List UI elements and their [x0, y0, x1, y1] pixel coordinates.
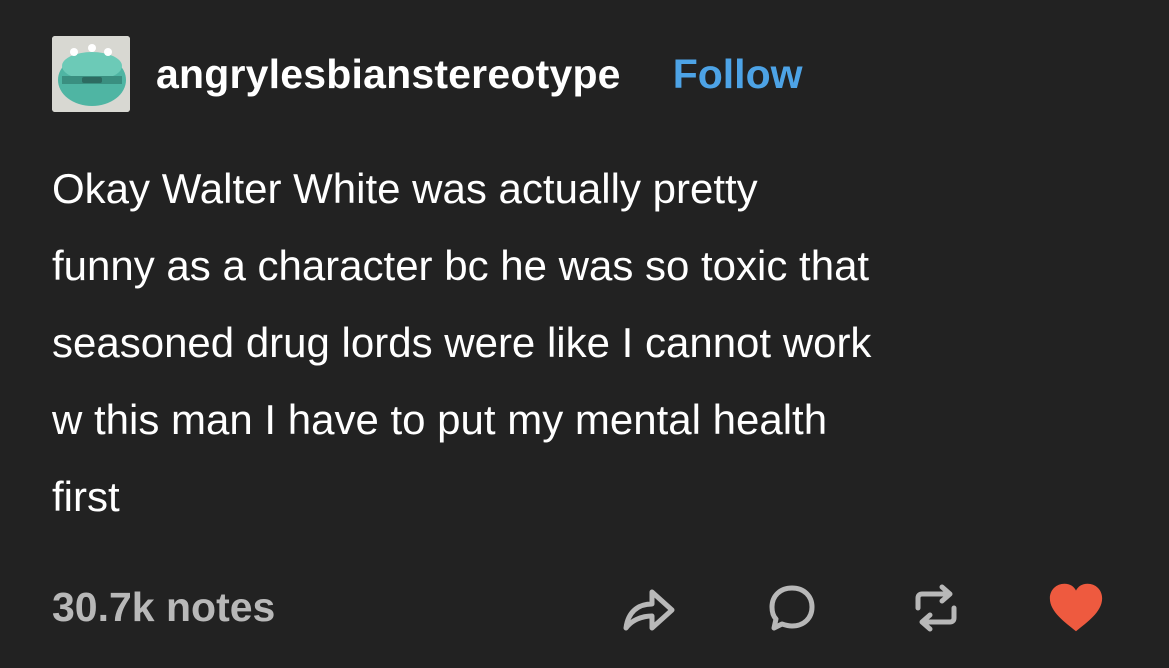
like-button[interactable]	[1046, 578, 1106, 638]
heart-icon	[1049, 583, 1103, 632]
reply-button[interactable]	[762, 578, 822, 638]
post-header: angrylesbianstereotype Follow	[52, 36, 803, 112]
reblog-button[interactable]	[906, 578, 966, 638]
post-body-line: first	[52, 473, 120, 520]
post-body-line: funny as a character bc he was so toxic …	[52, 242, 870, 289]
post-body-line: seasoned drug lords were like I cannot w…	[52, 319, 872, 366]
share-arrow-icon	[623, 589, 675, 631]
post-body-line: Okay Walter White was actually pretty	[52, 165, 758, 212]
avatar-image	[52, 36, 130, 112]
username[interactable]: angrylesbianstereotype	[156, 51, 621, 98]
reblog-icon	[915, 584, 957, 632]
tumblr-post: angrylesbianstereotype Follow Okay Walte…	[0, 0, 1169, 668]
post-body-line: w this man I have to put my mental healt…	[52, 396, 828, 443]
follow-button[interactable]: Follow	[673, 51, 803, 98]
post-footer: 30.7k notes	[52, 578, 1117, 638]
post-body: Okay Walter White was actually pretty fu…	[52, 150, 1132, 535]
avatar[interactable]	[52, 36, 130, 112]
share-button[interactable]	[618, 578, 678, 638]
notes-count[interactable]: 30.7k notes	[52, 584, 275, 631]
speech-bubble-icon	[769, 585, 815, 631]
